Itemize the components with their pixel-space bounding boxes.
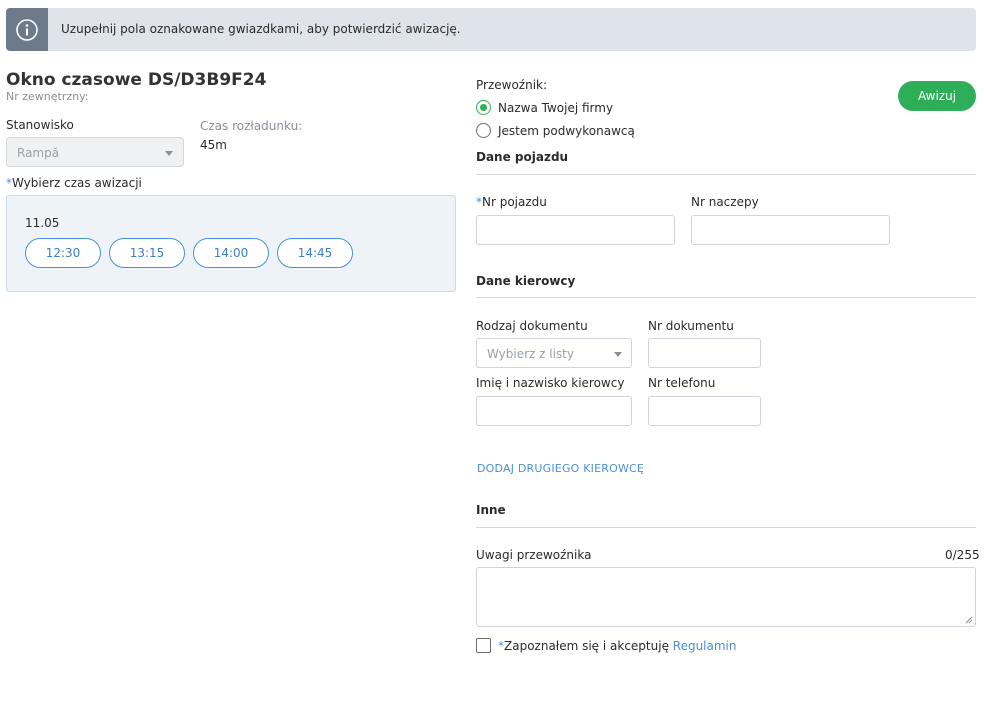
vehicle-plate-label: *Nr pojazdu xyxy=(476,195,547,209)
carrier-notes-textarea[interactable] xyxy=(476,567,976,627)
driver-section-title: Dane kierowcy xyxy=(476,274,576,288)
divider xyxy=(476,527,976,528)
other-section-title: Inne xyxy=(476,503,506,517)
time-slots-box: 11.05 12:30 13:15 14:00 14:45 xyxy=(6,195,456,292)
station-label: Stanowisko xyxy=(6,118,74,132)
vehicle-plate-text: Nr pojazdu xyxy=(482,195,547,209)
trailer-label: Nr naczepy xyxy=(691,195,759,209)
chevron-down-icon xyxy=(165,151,173,156)
unload-time-value: 45m xyxy=(200,138,227,152)
document-type-label: Rodzaj dokumentu xyxy=(476,319,588,333)
unload-time-label: Czas rozładunku: xyxy=(200,119,303,133)
page-title: Okno czasowe DS/D3B9F24 xyxy=(6,70,267,90)
add-second-driver-link[interactable]: DODAJ DRUGIEGO KIEROWCĘ xyxy=(477,462,644,475)
station-select[interactable]: Rampă xyxy=(6,137,184,167)
station-select-value: Rampă xyxy=(17,146,60,160)
time-slot-button[interactable]: 14:45 xyxy=(277,238,353,268)
choose-time-text: Wybierz czas awizacji xyxy=(12,176,142,190)
carrier-own-company-radio[interactable] xyxy=(476,100,491,115)
chevron-down-icon xyxy=(614,352,622,357)
document-number-input[interactable] xyxy=(648,338,761,368)
document-type-select[interactable]: Wybierz z listy xyxy=(476,338,632,368)
terms-label: *Zapoznałem się i akceptuję Regulamin xyxy=(498,639,737,653)
document-type-placeholder: Wybierz z listy xyxy=(487,347,574,361)
terms-checkbox[interactable] xyxy=(476,638,491,653)
phone-label: Nr telefonu xyxy=(648,376,716,390)
choose-time-label: *Wybierz czas awizacji xyxy=(6,176,142,190)
divider xyxy=(476,174,976,175)
info-banner-text: Uzupełnij pola oznakowane gwiazdkami, ab… xyxy=(61,22,461,36)
info-banner: Uzupełnij pola oznakowane gwiazdkami, ab… xyxy=(6,8,976,51)
vehicle-plate-input[interactable] xyxy=(476,215,675,245)
resize-handle-icon[interactable] xyxy=(965,616,973,624)
info-icon-box xyxy=(6,8,48,51)
carrier-subcontractor-radio[interactable] xyxy=(476,123,491,138)
divider xyxy=(476,297,976,298)
info-icon xyxy=(16,18,38,41)
driver-name-label: Imię i nazwisko kierowcy xyxy=(476,376,625,390)
slot-date: 11.05 xyxy=(25,216,60,230)
document-number-label: Nr dokumentu xyxy=(648,319,734,333)
time-slot-button[interactable]: 13:15 xyxy=(109,238,185,268)
carrier-label: Przewoźnik: xyxy=(476,78,548,92)
carrier-notes-label: Uwagi przewoźnika xyxy=(476,548,592,562)
trailer-input[interactable] xyxy=(691,215,890,245)
notes-char-counter: 0/255 xyxy=(945,548,980,562)
carrier-subcontractor-label[interactable]: Jestem podwykonawcą xyxy=(498,124,635,138)
time-slot-button[interactable]: 12:30 xyxy=(25,238,101,268)
phone-input[interactable] xyxy=(648,396,761,426)
driver-name-input[interactable] xyxy=(476,396,632,426)
time-slot-button[interactable]: 14:00 xyxy=(193,238,269,268)
terms-text: Zapoznałem się i akceptuję xyxy=(504,639,673,653)
vehicle-section-title: Dane pojazdu xyxy=(476,150,569,164)
carrier-own-company-label[interactable]: Nazwa Twojej firmy xyxy=(498,101,613,115)
external-number-label: Nr zewnętrzny: xyxy=(6,90,89,103)
avizuj-button[interactable]: Awizuj xyxy=(898,81,976,111)
terms-link[interactable]: Regulamin xyxy=(673,639,737,653)
